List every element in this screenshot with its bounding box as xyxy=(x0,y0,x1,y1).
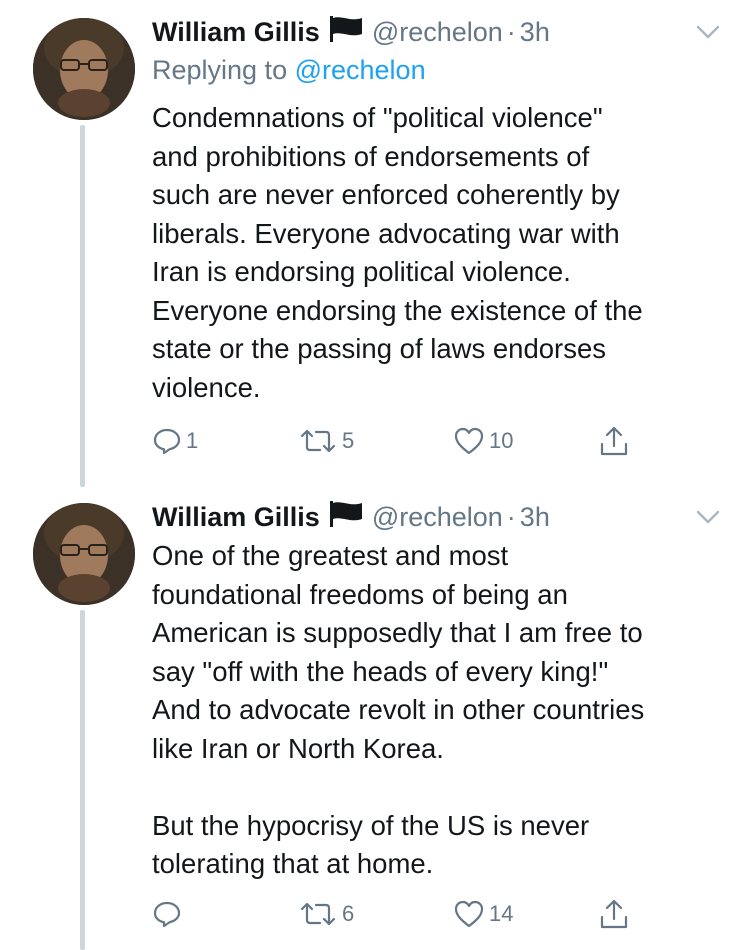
tweet-actions: 1 5 10 xyxy=(152,424,652,458)
tweet-actions: 6 14 xyxy=(152,897,652,931)
like-count: 14 xyxy=(489,901,514,926)
retweet-icon xyxy=(300,429,336,453)
timestamp[interactable]: 3h xyxy=(520,502,550,533)
chevron-down-icon[interactable] xyxy=(694,22,722,42)
tweet-text: Condemnations of "political violence" an… xyxy=(152,102,643,403)
replying-to: Replying to @rechelon xyxy=(152,55,426,86)
reply-count: 1 xyxy=(186,428,199,453)
heart-icon xyxy=(454,427,484,455)
share-button[interactable] xyxy=(598,424,630,458)
tweet-header: William Gillis @rechelon · 3h xyxy=(152,500,550,534)
tweet-header: William Gillis @rechelon · 3h xyxy=(152,15,550,49)
reply-mention-link[interactable]: @rechelon xyxy=(295,55,426,85)
author-name[interactable]: William Gillis xyxy=(152,502,320,533)
thread-connector-line xyxy=(80,610,85,950)
retweet-count: 5 xyxy=(342,428,355,453)
share-icon xyxy=(600,426,628,456)
share-icon xyxy=(600,899,628,929)
like-button[interactable]: 10 xyxy=(453,424,513,458)
timestamp[interactable]: 3h xyxy=(520,17,550,48)
author-handle[interactable]: @rechelon xyxy=(372,17,503,48)
retweet-icon xyxy=(300,902,336,926)
author-name[interactable]: William Gillis xyxy=(152,17,320,48)
tweet-text: One of the greatest and most foundationa… xyxy=(152,540,645,879)
reply-button[interactable]: 1 xyxy=(152,424,198,458)
heart-icon xyxy=(454,900,484,928)
retweet-count: 6 xyxy=(342,901,355,926)
reply-icon xyxy=(153,901,181,928)
reply-button[interactable] xyxy=(152,897,186,931)
like-count: 10 xyxy=(489,428,514,453)
share-button[interactable] xyxy=(598,897,630,931)
black-flag-icon xyxy=(329,15,364,49)
like-button[interactable]: 14 xyxy=(453,897,513,931)
chevron-down-icon[interactable] xyxy=(694,507,722,527)
tweet[interactable]: William Gillis @rechelon · 3h Replying t… xyxy=(0,0,750,487)
retweet-button[interactable]: 5 xyxy=(298,424,354,458)
black-flag-icon xyxy=(329,500,364,534)
replying-prefix: Replying to xyxy=(152,55,288,85)
author-handle[interactable]: @rechelon xyxy=(372,502,503,533)
reply-icon xyxy=(153,428,181,455)
avatar[interactable] xyxy=(33,18,135,120)
retweet-button[interactable]: 6 xyxy=(298,897,354,931)
separator-dot: · xyxy=(506,16,516,47)
separator-dot: · xyxy=(506,501,516,532)
avatar[interactable] xyxy=(33,503,135,605)
